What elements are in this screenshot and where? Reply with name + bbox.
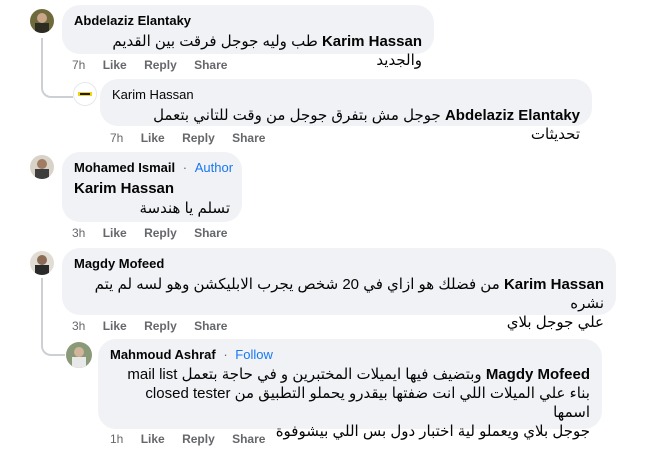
comment-actions: 3h Like Reply Share	[72, 226, 241, 240]
comment-bubble: Mohamed Ismail · Author Karim Hassan تسل…	[62, 152, 242, 222]
comment-time[interactable]: 3h	[72, 319, 85, 333]
comment-bubble: Magdy Mofeed Karim Hassan من فضلك هو ازا…	[62, 248, 616, 331]
mention-tag[interactable]: Abdelaziz Elantaky	[445, 107, 580, 124]
comment-bubble: Karim Hassan Abdelaziz Elantaky جوجل مش …	[100, 79, 592, 143]
reply-button[interactable]: Reply	[182, 131, 215, 145]
reply-button[interactable]: Reply	[144, 319, 177, 333]
comment-mention: Karim Hassan	[74, 179, 230, 198]
avatar-photo-icon	[30, 9, 54, 33]
avatar-photo-icon	[30, 155, 54, 179]
comment-actions: 7h Like Reply Share	[110, 131, 279, 145]
like-button[interactable]: Like	[141, 432, 165, 446]
reply-button[interactable]: Reply	[144, 226, 177, 240]
comment-message-line2: بناء علي الميلات اللي انت ضفتها بيقدرو ي…	[145, 385, 590, 421]
share-button[interactable]: Share	[194, 319, 227, 333]
reply-button[interactable]: Reply	[182, 432, 215, 446]
comment-message-line1: وبتضيف فيها ايميلات المختبرين و في حاجة …	[127, 366, 482, 383]
thread-line	[41, 278, 43, 326]
avatar-logo-icon	[74, 83, 96, 105]
comment-author[interactable]: Mohamed Ismail	[74, 160, 175, 175]
thread-connector	[41, 326, 65, 356]
avatar[interactable]	[30, 155, 54, 179]
thread-connector	[41, 72, 73, 98]
share-button[interactable]: Share	[232, 131, 265, 145]
avatar[interactable]	[30, 9, 54, 33]
mention-tag[interactable]: Karim Hassan	[322, 33, 422, 50]
mention-tag[interactable]: Magdy Mofeed	[486, 366, 590, 383]
comment-text: Magdy Mofeed وبتضيف فيها ايميلات المختبر…	[110, 365, 590, 384]
comment-bubble: Mahmoud Ashraf · Follow Magdy Mofeed وبت…	[98, 339, 602, 440]
comment-author-row: Mohamed Ismail · Author	[74, 160, 234, 176]
like-button[interactable]: Like	[103, 226, 127, 240]
avatar[interactable]	[73, 82, 97, 106]
like-button[interactable]: Like	[103, 58, 127, 72]
avatar[interactable]	[30, 251, 54, 275]
like-button[interactable]: Like	[103, 319, 127, 333]
share-button[interactable]: Share	[194, 58, 227, 72]
comment-actions: 1h Like Reply Share	[110, 432, 279, 446]
separator-dot: ·	[223, 347, 228, 362]
reply-button[interactable]: Reply	[144, 58, 177, 72]
comment-time[interactable]: 7h	[72, 58, 85, 72]
follow-button[interactable]: Follow	[235, 347, 273, 362]
comment-author[interactable]: Mahmoud Ashraf	[110, 347, 216, 362]
avatar[interactable]	[66, 342, 92, 368]
comment-message: تسلم يا هندسة	[139, 200, 230, 217]
like-button[interactable]: Like	[141, 131, 165, 145]
comment-actions: 3h Like Reply Share	[72, 319, 241, 333]
comment-author[interactable]: Karim Hassan	[112, 87, 580, 103]
comment-author-row: Mahmoud Ashraf · Follow	[110, 347, 590, 363]
comment-author[interactable]: Abdelaziz Elantaky	[74, 13, 422, 29]
share-button[interactable]: Share	[232, 432, 265, 446]
comment-bubble: Abdelaziz Elantaky Karim Hassan طب وليه …	[62, 5, 434, 69]
avatar-photo-icon	[30, 251, 54, 275]
comment-time[interactable]: 7h	[110, 131, 123, 145]
author-badge: Author	[194, 160, 234, 175]
comment-author[interactable]: Magdy Mofeed	[74, 256, 604, 272]
thread-line	[41, 38, 43, 72]
comment-actions: 7h Like Reply Share	[72, 58, 241, 72]
comment-time[interactable]: 1h	[110, 432, 123, 446]
share-button[interactable]: Share	[194, 226, 227, 240]
avatar-photo-icon	[66, 342, 92, 368]
mention-tag[interactable]: Karim Hassan	[74, 180, 174, 197]
mention-tag[interactable]: Karim Hassan	[504, 276, 604, 293]
comment-text: Karim Hassan من فضلك هو ازاي في 20 شخص ي…	[74, 275, 604, 313]
comment-time[interactable]: 3h	[72, 226, 85, 240]
separator-dot: ·	[182, 160, 188, 175]
